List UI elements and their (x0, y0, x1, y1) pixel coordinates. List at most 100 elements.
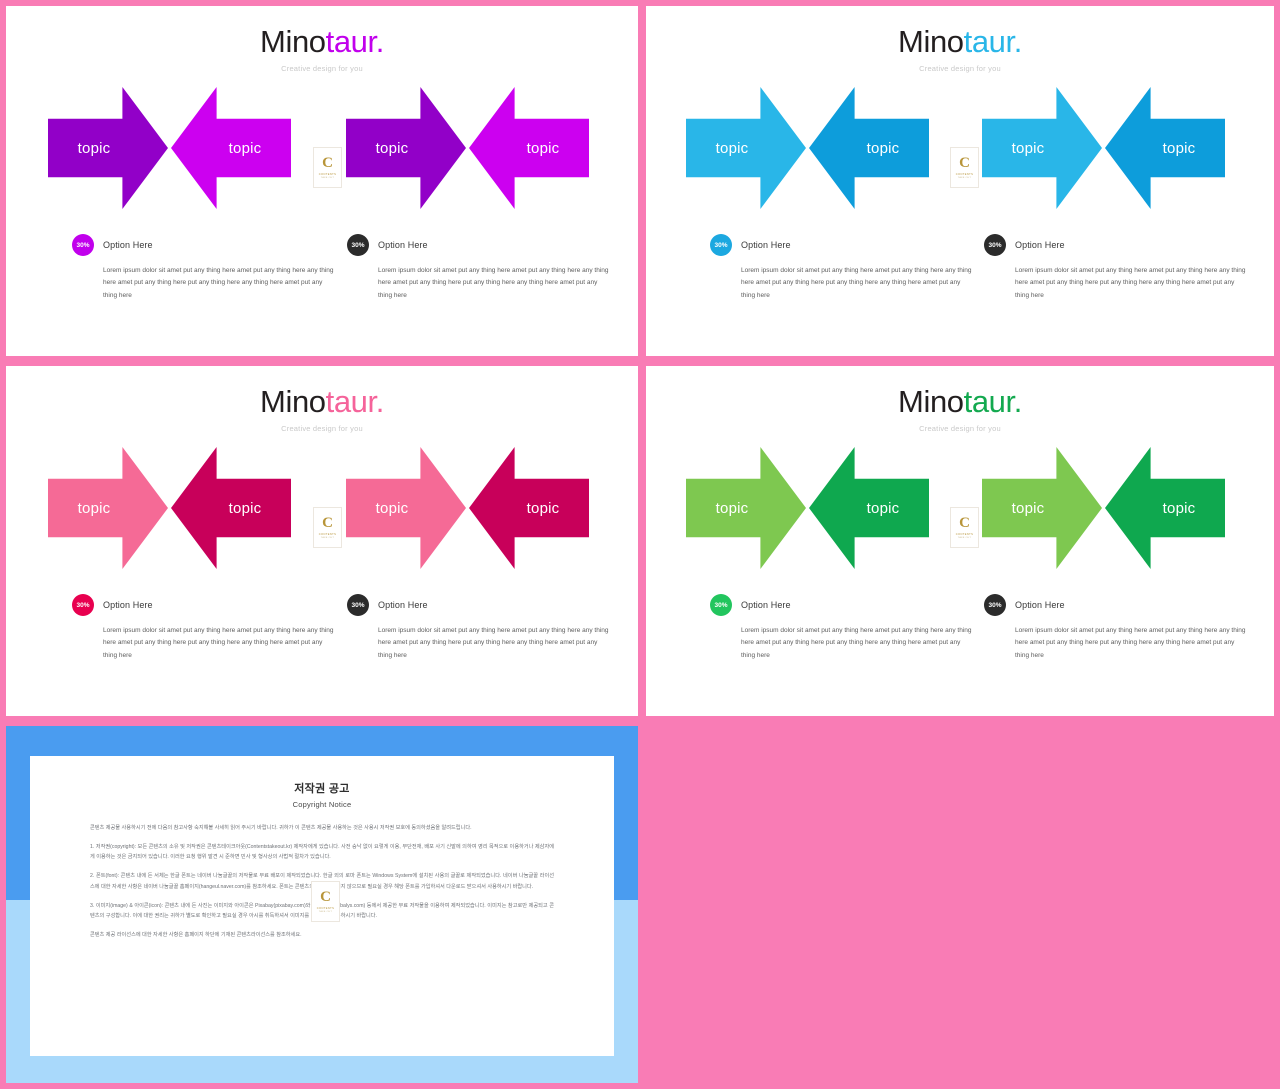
arrow-topic-3[interactable]: topic (346, 447, 466, 569)
watermark-line1: CONTENTS (955, 173, 974, 176)
watermark-line2: TAKE OUT (320, 177, 335, 179)
arrow-label: topic (526, 499, 560, 517)
watermark-line1: CONTENTS (318, 173, 337, 176)
brand-title-dark: Mino (898, 24, 964, 59)
arrow-label: topic (715, 499, 749, 517)
arrow-label: topic (866, 139, 900, 157)
brand-title: Minotaur. (646, 386, 1274, 417)
watermark-letter: C (322, 155, 333, 171)
percent-badge: 30% (72, 234, 94, 256)
option-block-1: 30% Option Here Lorem ipsum dolor sit am… (710, 594, 978, 662)
watermark-letter: C (322, 515, 333, 531)
option-header: 30% Option Here (984, 594, 1252, 616)
arrow-topic-4[interactable]: topic (1105, 447, 1225, 569)
watermark-letter: C (959, 155, 970, 171)
option-title: Option Here (741, 600, 791, 610)
arrow-topic-2[interactable]: topic (809, 447, 929, 569)
watermark-line1: CONTENTS (955, 533, 974, 536)
slide-header: Minotaur. Creative design for you (6, 6, 638, 73)
contents-takeout-watermark: C CONTENTS TAKE OUT (950, 147, 979, 188)
contents-takeout-watermark: C CONTENTS TAKE OUT (313, 147, 342, 188)
watermark-line2: TAKE OUT (318, 911, 333, 913)
arrow-topic-4[interactable]: topic (469, 447, 589, 569)
arrow-topic-1[interactable]: topic (686, 87, 806, 209)
watermark-line1: CONTENTS (316, 907, 335, 910)
arrow-topic-3[interactable]: topic (346, 87, 466, 209)
copyright-paragraph-outro: 콘텐츠 제공 라이선스에 대한 자세한 사항은 홈페이지 하단에 기재된 콘텐츠… (90, 931, 302, 938)
watermark-line2: TAKE OUT (320, 537, 335, 539)
arrow-label: topic (1011, 139, 1045, 157)
option-header: 30% Option Here (347, 234, 615, 256)
copyright-paragraph-1: 1. 저작권(copyright): 모든 콘텐츠의 소유 및 저작권은 콘텐츠… (90, 844, 554, 861)
brand-tagline: Creative design for you (281, 424, 363, 433)
slide-thumbnail-green[interactable]: Minotaur. Creative design for you topic … (646, 366, 1274, 716)
option-block-1: 30% Option Here Lorem ipsum dolor sit am… (72, 594, 340, 662)
brand-title-dark: Mino (260, 24, 326, 59)
slide-thumbnail-purple[interactable]: Minotaur. Creative design for you topic … (6, 6, 638, 356)
slide-thumbnail-copyright[interactable]: 저작권 공고 Copyright Notice 콘텐츠 제공물 사용하시기 전에… (6, 726, 638, 1083)
brand-title-accent: taur. (325, 24, 385, 59)
options-row: 30% Option Here Lorem ipsum dolor sit am… (6, 594, 638, 694)
option-header: 30% Option Here (347, 594, 615, 616)
arrow-label: topic (1011, 499, 1045, 517)
copyright-paragraph-intro: 콘텐츠 제공물 사용하시기 전에 다음의 참고사항 숙지해볼 사세히 읽어 주시… (90, 825, 472, 831)
brand-title-dark: Mino (898, 384, 964, 419)
option-body: Lorem ipsum dolor sit amet put any thing… (1015, 627, 1246, 659)
option-block-2: 30% Option Here Lorem ipsum dolor sit am… (984, 594, 1252, 662)
copyright-header: 저작권 공고 Copyright Notice (30, 756, 614, 809)
watermark-line2: TAKE OUT (957, 177, 972, 179)
watermark-line1: CONTENTS (318, 533, 337, 536)
arrow-label: topic (1162, 499, 1196, 517)
option-title: Option Here (741, 240, 791, 250)
option-title: Option Here (103, 240, 153, 250)
arrow-label: topic (375, 139, 409, 157)
percent-badge: 30% (72, 594, 94, 616)
arrow-label: topic (228, 139, 262, 157)
option-block-1: 30% Option Here Lorem ipsum dolor sit am… (710, 234, 978, 302)
arrow-label: topic (228, 499, 262, 517)
arrow-topic-3[interactable]: topic (982, 87, 1102, 209)
brand-title-accent: taur. (963, 24, 1023, 59)
option-header: 30% Option Here (72, 234, 340, 256)
option-title: Option Here (1015, 600, 1065, 610)
options-row: 30% Option Here Lorem ipsum dolor sit am… (646, 594, 1274, 694)
arrow-topic-2[interactable]: topic (809, 87, 929, 209)
option-body: Lorem ipsum dolor sit amet put any thing… (103, 267, 334, 299)
arrow-topic-2[interactable]: topic (171, 87, 291, 209)
options-row: 30% Option Here Lorem ipsum dolor sit am… (6, 234, 638, 334)
arrow-topic-3[interactable]: topic (982, 447, 1102, 569)
slide-thumbnail-pink[interactable]: Minotaur. Creative design for you topic … (6, 366, 638, 716)
option-body: Lorem ipsum dolor sit amet put any thing… (1015, 267, 1246, 299)
percent-badge: 30% (710, 234, 732, 256)
option-header: 30% Option Here (710, 234, 978, 256)
arrow-topic-4[interactable]: topic (469, 87, 589, 209)
percent-badge: 30% (984, 234, 1006, 256)
contents-takeout-watermark: C CONTENTS TAKE OUT (313, 507, 342, 548)
arrow-topic-1[interactable]: topic (48, 447, 168, 569)
option-header: 30% Option Here (710, 594, 978, 616)
option-block-2: 30% Option Here Lorem ipsum dolor sit am… (347, 234, 615, 302)
arrow-topic-2[interactable]: topic (171, 447, 291, 569)
arrow-topic-1[interactable]: topic (686, 447, 806, 569)
arrow-label: topic (866, 499, 900, 517)
percent-badge: 30% (347, 234, 369, 256)
brand-tagline: Creative design for you (919, 64, 1001, 73)
arrow-label: topic (715, 139, 749, 157)
brand-title-accent: taur. (325, 384, 385, 419)
option-header: 30% Option Here (984, 234, 1252, 256)
copyright-title-english: Copyright Notice (292, 800, 352, 809)
watermark-line2: TAKE OUT (957, 537, 972, 539)
brand-title: Minotaur. (6, 26, 638, 57)
option-title: Option Here (378, 240, 428, 250)
arrow-topic-4[interactable]: topic (1105, 87, 1225, 209)
option-body: Lorem ipsum dolor sit amet put any thing… (378, 267, 609, 299)
arrow-topic-1[interactable]: topic (48, 87, 168, 209)
option-title: Option Here (1015, 240, 1065, 250)
brand-tagline: Creative design for you (919, 424, 1001, 433)
brand-title-accent: taur. (963, 384, 1023, 419)
slide-header: Minotaur. Creative design for you (6, 366, 638, 433)
slide-header: Minotaur. Creative design for you (646, 6, 1274, 73)
option-header: 30% Option Here (72, 594, 340, 616)
slide-thumbnail-blue[interactable]: Minotaur. Creative design for you topic … (646, 6, 1274, 356)
option-block-2: 30% Option Here Lorem ipsum dolor sit am… (984, 234, 1252, 302)
